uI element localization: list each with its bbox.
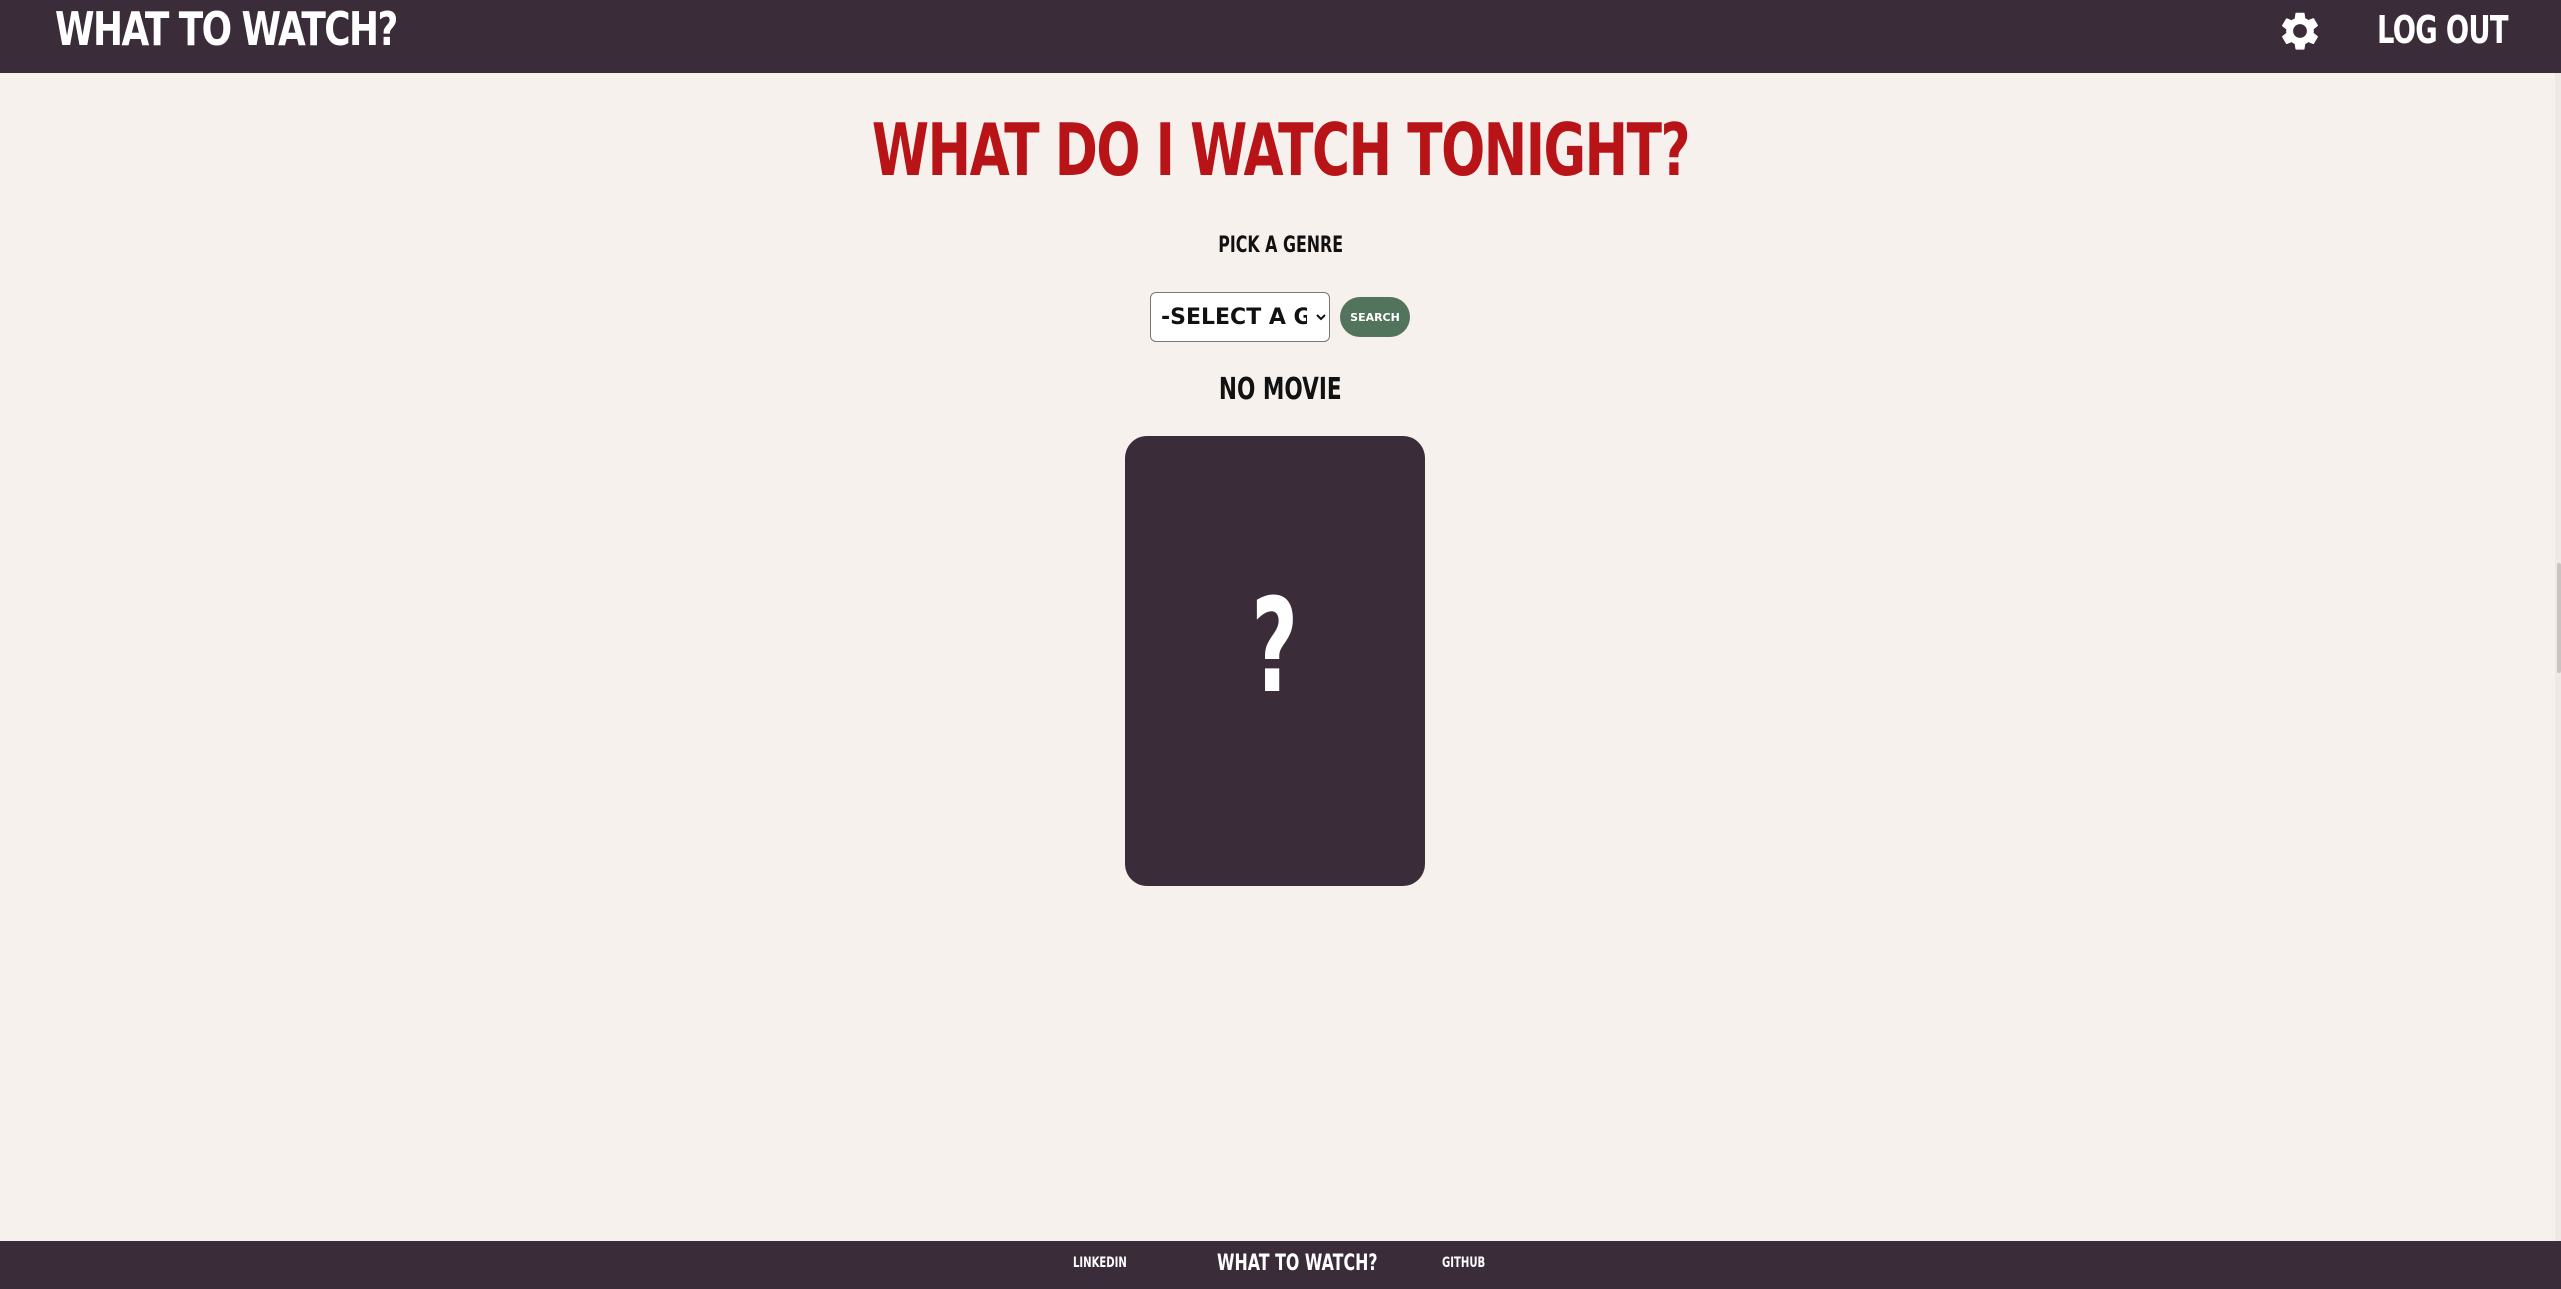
- logout-button[interactable]: LOG OUT: [2377, 8, 2509, 52]
- scrollbar-track[interactable]: [2555, 73, 2561, 1241]
- top-nav: WHAT TO WATCH? LOG OUT: [0, 0, 2561, 73]
- search-button[interactable]: SEARCH: [1340, 297, 1410, 337]
- footer-brand-text: WHAT TO WATCH?: [1217, 1251, 1378, 1276]
- footer: LINKEDIN WHAT TO WATCH? GITHUB: [0, 1241, 2561, 1289]
- gear-icon[interactable]: [2277, 8, 2323, 54]
- page-title: WHAT DO I WATCH TONIGHT?: [0, 108, 2561, 192]
- linkedin-link-text[interactable]: LINKEDIN: [1073, 1255, 1127, 1271]
- movie-result-title: NO MOVIE: [0, 372, 2561, 407]
- movie-poster-placeholder: ?: [1125, 436, 1425, 886]
- movie-result-title-text: NO MOVIE: [1219, 372, 1342, 407]
- poster-placeholder-text: ?: [1251, 570, 1299, 722]
- linkedin-link[interactable]: LINKEDIN: [1073, 1255, 1148, 1271]
- page-title-text: WHAT DO I WATCH TONIGHT?: [871, 108, 1691, 192]
- genre-select[interactable]: -SELECT A GENRE-: [1150, 292, 1330, 342]
- github-link[interactable]: GITHUB: [1442, 1255, 1502, 1271]
- github-link-text[interactable]: GITHUB: [1442, 1255, 1485, 1271]
- genre-label: PICK A GENRE: [0, 233, 2561, 258]
- brand-logo[interactable]: WHAT TO WATCH?: [55, 2, 398, 56]
- footer-brand: WHAT TO WATCH?: [1217, 1251, 1440, 1276]
- genre-label-text: PICK A GENRE: [1218, 233, 1343, 258]
- scrollbar-thumb[interactable]: [2557, 563, 2561, 673]
- question-mark-icon: ?: [1125, 581, 1425, 711]
